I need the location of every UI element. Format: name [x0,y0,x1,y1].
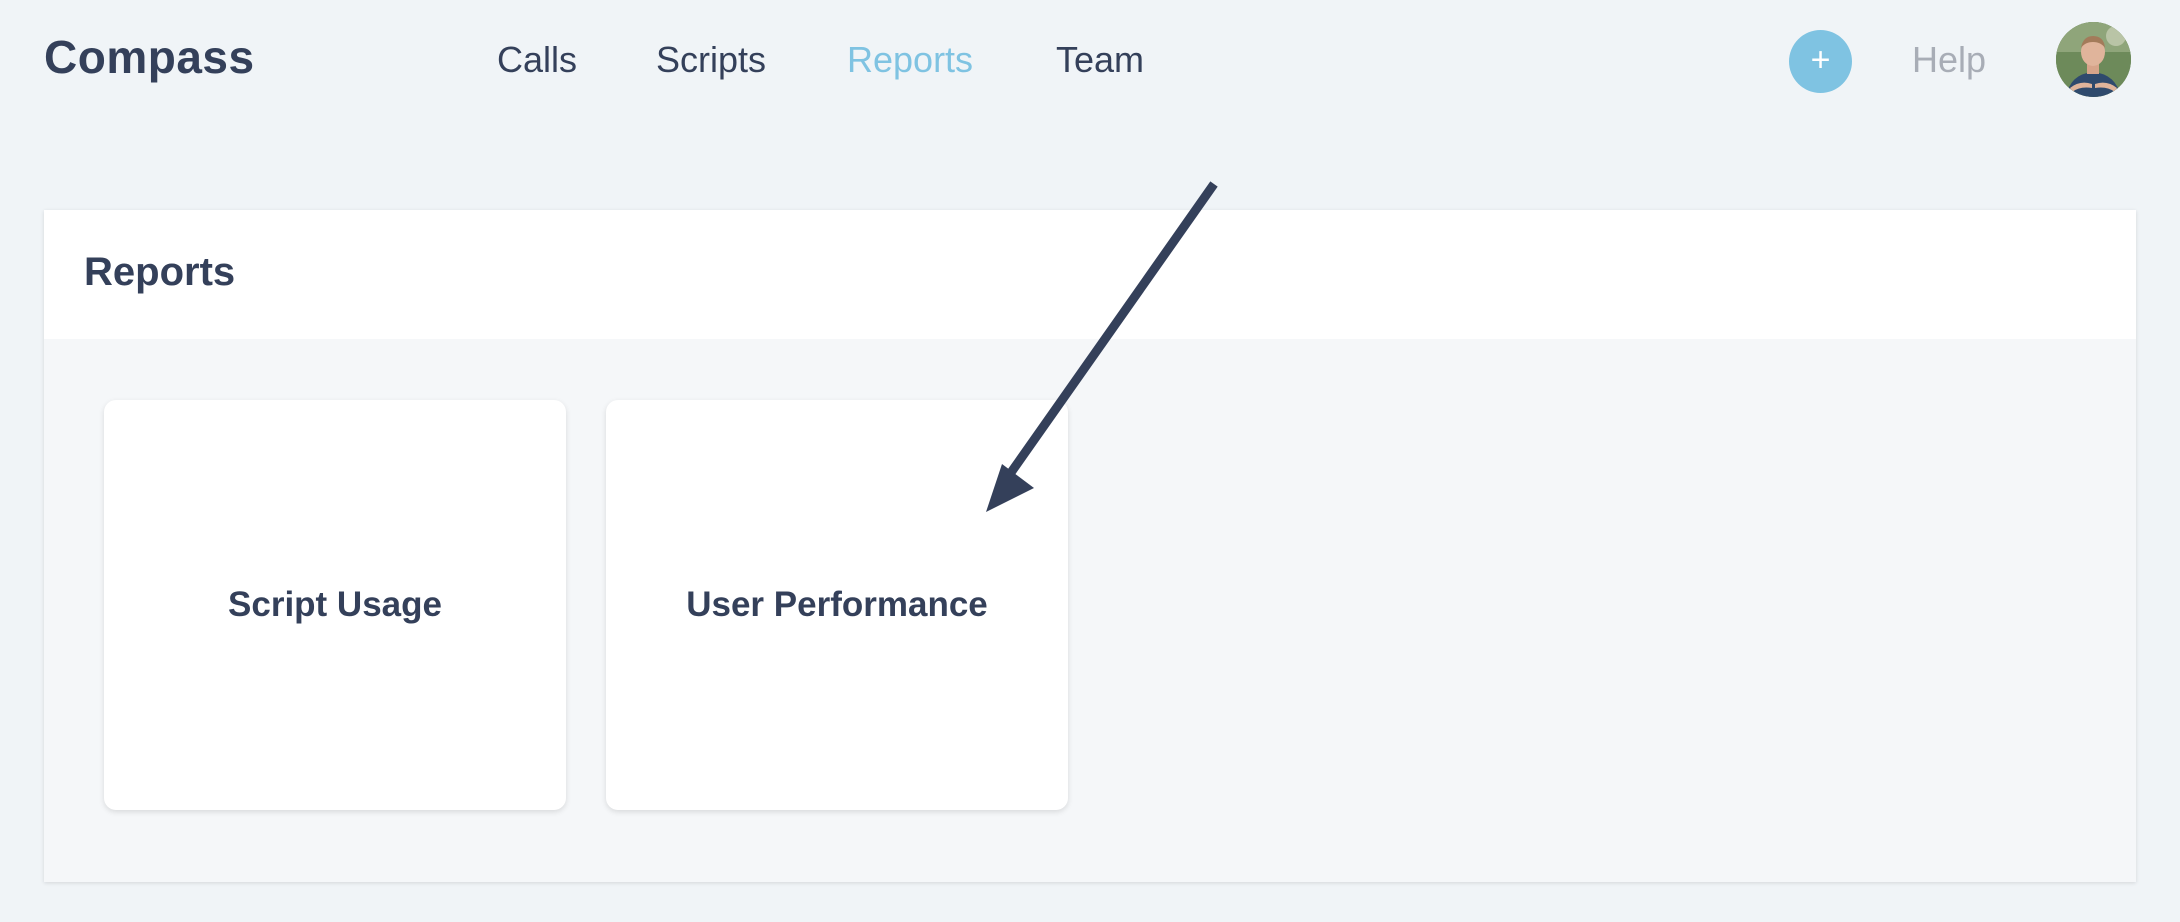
nav-item-team[interactable]: Team [1056,36,1144,84]
nav-item-calls[interactable]: Calls [497,36,577,84]
card-label: Script Usage [228,585,442,624]
report-card-script-usage[interactable]: Script Usage [104,400,566,810]
help-link[interactable]: Help [1912,36,1986,84]
report-card-user-performance[interactable]: User Performance [606,400,1068,810]
nav-item-reports[interactable]: Reports [847,36,973,84]
panel-header: Reports [44,210,2136,339]
nav-item-scripts[interactable]: Scripts [656,36,766,84]
add-button[interactable]: + [1789,30,1852,93]
card-label: User Performance [686,585,988,624]
user-avatar[interactable] [2056,22,2131,97]
plus-icon: + [1810,41,1831,79]
page-title: Reports [84,250,236,294]
avatar-photo-icon [2056,22,2131,97]
top-navigation-bar: Compass Calls Scripts Reports Team + Hel… [0,0,2180,120]
reports-panel: Reports Script Usage User Performance [44,210,2136,882]
app-logo[interactable]: Compass [44,30,255,84]
